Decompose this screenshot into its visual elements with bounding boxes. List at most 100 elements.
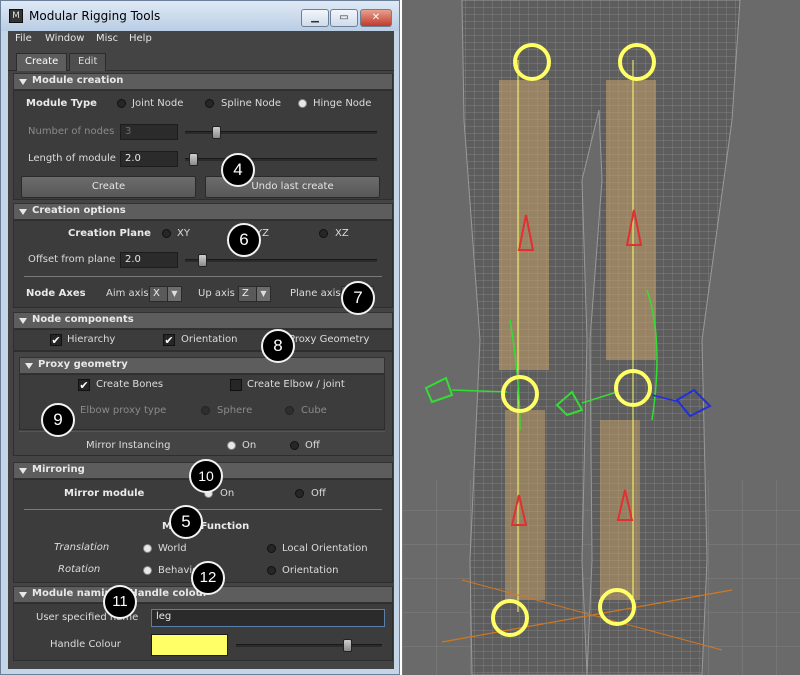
translation-label: Translation xyxy=(54,542,110,553)
proxy-geometry-header[interactable]: Proxy geometry xyxy=(19,357,385,374)
create-tab-content: Module creation Module Type Joint Node S… xyxy=(13,71,393,669)
radio-translation-local-orientation[interactable] xyxy=(267,544,276,553)
menu-window[interactable]: Window xyxy=(45,33,84,44)
node-components-header[interactable]: Node components xyxy=(13,312,393,329)
orientation-checkbox[interactable]: ✔ xyxy=(163,334,175,346)
handle-colour-slider[interactable] xyxy=(236,644,382,647)
window-title: Modular Rigging Tools xyxy=(29,9,161,23)
mirror-instancing-on-label: On xyxy=(242,440,257,451)
module-creation-header[interactable]: Module creation xyxy=(13,73,393,90)
modular-rigging-window: M Modular Rigging Tools ▁ ▭ ✕ File Windo… xyxy=(0,0,400,675)
joint-node-label: Joint Node xyxy=(132,98,184,109)
maya-viewport[interactable] xyxy=(402,0,800,675)
create-elbow-checkbox[interactable] xyxy=(230,379,242,391)
cube-label: Cube xyxy=(301,405,327,416)
radio-mirror-instancing-off[interactable] xyxy=(290,441,299,450)
radio-plane-xz[interactable] xyxy=(319,229,328,238)
mirror-instancing-label: Mirror Instancing xyxy=(86,440,171,451)
annotation-badge-11: 11 xyxy=(103,585,137,619)
node-components-panel: ✔ Hierarchy ✔ Orientation ✔ Proxy Geomet… xyxy=(13,329,393,351)
mirror-module-off-label: Off xyxy=(311,488,326,499)
annotation-badge-9: 9 xyxy=(41,403,75,437)
radio-spline-node[interactable] xyxy=(205,99,214,108)
number-of-nodes-label: Number of nodes xyxy=(28,126,115,137)
rotation-label: Rotation xyxy=(58,564,101,575)
left-shin-proxy xyxy=(505,410,545,600)
radio-mirror-instancing-on[interactable] xyxy=(227,441,236,450)
tab-create[interactable]: Create xyxy=(16,53,68,71)
module-naming-panel: User specified name leg Handle Colour xyxy=(13,603,393,661)
chevron-down-icon: ▼ xyxy=(167,287,181,301)
menu-file[interactable]: File xyxy=(15,33,32,44)
mirror-module-on-label: On xyxy=(220,488,235,499)
plane-axis-label: Plane axis xyxy=(290,288,341,299)
up-axis-value: Z xyxy=(242,288,249,299)
chevron-down-icon: ▼ xyxy=(256,287,270,301)
mirror-module-label: Mirror module xyxy=(64,488,145,499)
number-of-nodes-slider-handle[interactable] xyxy=(212,126,222,139)
separator xyxy=(24,276,382,277)
orientation-label: Orientation xyxy=(181,334,238,345)
mirror-instancing-off-label: Off xyxy=(305,440,320,451)
handle-colour-swatch[interactable] xyxy=(151,634,228,656)
annotation-badge-6: 6 xyxy=(227,223,261,257)
radio-hinge-node[interactable] xyxy=(298,99,307,108)
up-axis-dropdown[interactable]: Z ▼ xyxy=(238,286,271,302)
menu-bar: File Window Misc Help xyxy=(8,31,394,51)
radio-mirror-module-off[interactable] xyxy=(295,489,304,498)
aim-axis-label: Aim axis xyxy=(106,288,149,299)
radio-joint-node[interactable] xyxy=(117,99,126,108)
hierarchy-checkbox[interactable]: ✔ xyxy=(50,334,62,346)
length-of-module-field[interactable]: 2.0 xyxy=(120,151,178,167)
create-elbow-label: Create Elbow / joint xyxy=(247,379,345,390)
client-area: File Window Misc Help Create Edit Module… xyxy=(8,31,394,669)
creation-plane-label: Creation Plane xyxy=(68,228,151,239)
tab-edit[interactable]: Edit xyxy=(69,53,107,71)
length-of-module-slider-handle[interactable] xyxy=(188,153,198,166)
maximize-button[interactable]: ▭ xyxy=(330,9,358,27)
sphere-label: Sphere xyxy=(217,405,253,416)
handle-colour-slider-handle[interactable] xyxy=(342,639,352,652)
hierarchy-label: Hierarchy xyxy=(67,334,116,345)
title-bar[interactable]: M Modular Rigging Tools ▁ ▭ ✕ xyxy=(1,1,399,31)
annotation-badge-7: 7 xyxy=(341,281,375,315)
module-creation-panel: Module Type Joint Node Spline Node Hinge… xyxy=(13,90,393,200)
radio-rotation-orientation[interactable] xyxy=(267,566,276,575)
offset-from-plane-slider[interactable] xyxy=(185,259,377,262)
hinge-node-label: Hinge Node xyxy=(313,98,372,109)
annotation-badge-12: 12 xyxy=(191,561,225,595)
radio-rotation-behaviour[interactable] xyxy=(143,566,152,575)
close-button[interactable]: ✕ xyxy=(360,9,392,27)
tab-bar: Create Edit xyxy=(8,53,394,71)
menu-misc[interactable]: Misc xyxy=(96,33,118,44)
length-of-module-label: Length of module xyxy=(28,153,116,164)
radio-cube[interactable] xyxy=(285,406,294,415)
module-type-label: Module Type xyxy=(26,98,97,109)
plane-xz-label: XZ xyxy=(335,228,349,239)
radio-translation-world[interactable] xyxy=(143,544,152,553)
number-of-nodes-field[interactable]: 3 xyxy=(120,124,178,140)
separator xyxy=(19,431,385,432)
offset-from-plane-slider-handle[interactable] xyxy=(197,254,207,267)
user-specified-name-input[interactable]: leg xyxy=(151,609,385,627)
create-bones-checkbox[interactable]: ✔ xyxy=(78,379,90,391)
node-axes-label: Node Axes xyxy=(26,288,86,299)
length-of-module-slider[interactable] xyxy=(185,158,377,161)
proxy-geometry-label: Proxy Geometry xyxy=(289,334,370,345)
create-button[interactable]: Create xyxy=(21,176,196,198)
annotation-badge-4: 4 xyxy=(221,153,255,187)
offset-from-plane-field[interactable]: 2.0 xyxy=(120,252,178,268)
radio-sphere[interactable] xyxy=(201,406,210,415)
aim-axis-dropdown[interactable]: X ▼ xyxy=(149,286,182,302)
menu-help[interactable]: Help xyxy=(129,33,152,44)
world-label: World xyxy=(158,543,187,554)
viewport-scene xyxy=(402,0,800,675)
annotation-badge-5: 5 xyxy=(169,505,203,539)
plane-xy-label: XY xyxy=(177,228,190,239)
creation-options-header[interactable]: Creation options xyxy=(13,203,393,220)
radio-plane-xy[interactable] xyxy=(162,229,171,238)
annotation-badge-10: 10 xyxy=(189,459,223,493)
create-bones-label: Create Bones xyxy=(96,379,164,390)
local-orientation-label: Local Orientation xyxy=(282,543,368,554)
minimize-button[interactable]: ▁ xyxy=(301,9,329,27)
